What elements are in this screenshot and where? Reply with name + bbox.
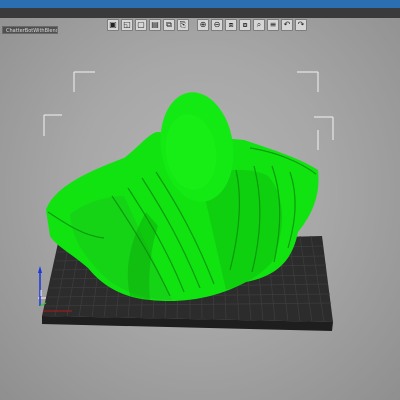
scene-render: [38, 71, 334, 331]
